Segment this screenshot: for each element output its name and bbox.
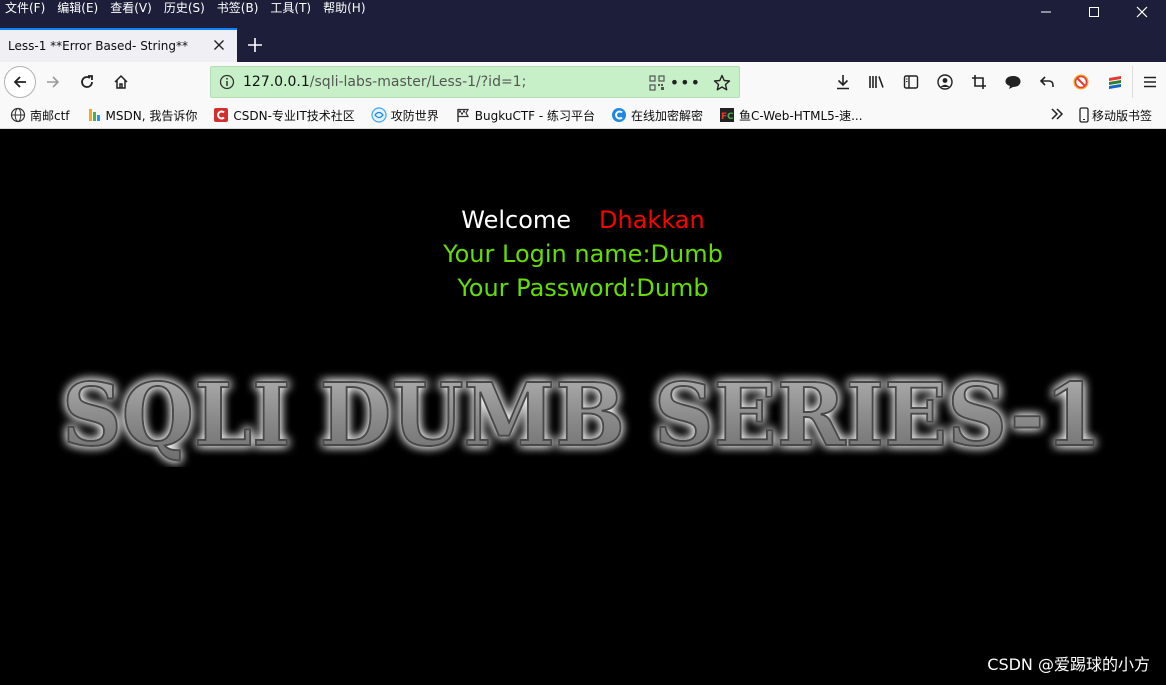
bookmark-item-nanyou[interactable]: 南邮ctf [0, 104, 76, 126]
navigation-toolbar: 127.0.0.1/sqli-labs-master/Less-1/?id=1;… [0, 62, 1166, 102]
bookmark-label: BugkuCTF - 练习平台 [474, 108, 596, 123]
back-arrow-icon [13, 76, 26, 88]
bookmark-item-bugku[interactable]: BugkuCTF - 练习平台 [445, 104, 601, 126]
bookmark-label: 鱼C-Web-HTML5-速... [739, 108, 863, 123]
home-button[interactable] [104, 66, 138, 98]
close-window-button[interactable] [1118, 0, 1166, 24]
minimize-icon [1041, 11, 1051, 13]
username-text: Dhakkan [599, 206, 705, 234]
bookmark-item-csdn[interactable]: CSDN-专业IT技术社区 [203, 104, 360, 126]
maximize-button[interactable] [1070, 0, 1118, 24]
sidebar-icon[interactable] [894, 66, 928, 98]
info-icon[interactable] [211, 74, 243, 90]
banner-text: SQLI DUMB SERIES-1 [62, 367, 1102, 466]
menu-help[interactable]: 帮助(H) [323, 0, 371, 16]
url-host: 127.0.0.1 [243, 74, 310, 90]
chat-bubble-icon[interactable] [996, 66, 1030, 98]
welcome-line: Welcome Dhakkan [0, 205, 1166, 235]
forward-button[interactable] [36, 66, 70, 98]
menu-tools[interactable]: 工具(T) [270, 0, 317, 16]
new-tab-button[interactable] [237, 28, 273, 62]
colorful-extension-icon[interactable] [1098, 66, 1132, 98]
bookmark-item-msdn[interactable]: MSDN, 我告诉你 [76, 104, 204, 126]
tab-active[interactable]: Less-1 **Error Based- String** [0, 28, 237, 62]
menu-edit[interactable]: 编辑(E) [57, 0, 104, 16]
download-icon[interactable] [826, 66, 860, 98]
msdn-icon [86, 107, 102, 123]
csdn-icon [213, 107, 229, 123]
fishc-icon: FC [719, 107, 735, 123]
bookmark-item-fishc[interactable]: FC 鱼C-Web-HTML5-速... [709, 104, 869, 126]
maximize-icon [1089, 7, 1099, 17]
bookmarks-right: 移动版书签 [1050, 104, 1152, 126]
tab-close-button[interactable] [211, 37, 227, 55]
watermark: CSDN @爱踢球的小方 [987, 655, 1150, 674]
menu-bookmarks[interactable]: 书签(B) [217, 0, 265, 16]
close-icon [1136, 6, 1148, 18]
menu-history[interactable]: 历史(S) [164, 0, 211, 16]
mobile-bookmarks[interactable]: 移动版书签 [1078, 107, 1152, 124]
tab-strip: Less-1 **Error Based- String** [0, 28, 1166, 62]
svg-text:C: C [727, 112, 734, 122]
bookmark-item-adworld[interactable]: 攻防世界 [361, 104, 445, 126]
chevron-more-icon[interactable] [1050, 107, 1064, 124]
url-bar[interactable]: 127.0.0.1/sqli-labs-master/Less-1/?id=1;… [210, 66, 740, 98]
forward-arrow-icon [47, 76, 60, 88]
plus-icon [248, 38, 262, 52]
bookmark-label: MSDN, 我告诉你 [105, 108, 198, 123]
minimize-button[interactable] [1022, 0, 1070, 24]
globe-icon [10, 107, 26, 123]
url-text[interactable]: 127.0.0.1/sqli-labs-master/Less-1/?id=1; [243, 74, 526, 90]
screenshot-crop-icon[interactable] [962, 66, 996, 98]
back-button[interactable] [4, 66, 36, 98]
mobile-bookmarks-label: 移动版书签 [1091, 108, 1152, 123]
crypto-icon [611, 107, 627, 123]
bookmarks-toolbar: 南邮ctf MSDN, 我告诉你 CSDN-专业IT技术社区 攻防世界 Bugk… [0, 102, 1166, 129]
adworld-icon [371, 107, 387, 123]
qr-code-icon[interactable] [649, 75, 665, 94]
window-controls [1022, 0, 1166, 24]
account-icon[interactable] [928, 66, 962, 98]
url-path: /sqli-labs-master/Less-1/?id=1; [309, 74, 527, 90]
reload-button[interactable] [70, 66, 104, 98]
menu-view[interactable]: 查看(V) [110, 0, 158, 16]
bookmark-label: 南邮ctf [30, 108, 70, 123]
reload-icon [81, 75, 93, 88]
login-name-text: Your Login name:Dumb [443, 240, 723, 268]
flag-icon [455, 107, 471, 123]
hamburger-menu-icon[interactable] [1132, 66, 1166, 98]
bookmark-label: CSDN-专业IT技术社区 [233, 108, 355, 123]
undo-arrow-icon[interactable] [1030, 66, 1064, 98]
menu-bar: 文件(F) 编辑(E) 查看(V) 历史(S) 书签(B) 工具(T) 帮助(H… [0, 0, 378, 16]
series-banner: SQLI DUMB SERIES-1 [61, 367, 1103, 467]
home-icon [114, 74, 128, 89]
menu-file[interactable]: 文件(F) [5, 0, 51, 16]
mobile-phone-icon [1079, 107, 1089, 123]
title-bar: 文件(F) 编辑(E) 查看(V) 历史(S) 书签(B) 工具(T) 帮助(H… [0, 0, 1166, 28]
welcome-text: Welcome [461, 206, 572, 234]
page-content: Welcome Dhakkan Your Login name:Dumb Your… [0, 129, 1166, 685]
bookmark-label: 攻防世界 [390, 108, 439, 123]
close-icon [214, 40, 224, 50]
tab-title: Less-1 **Error Based- String** [8, 39, 188, 53]
page-actions-icon[interactable]: ••• [670, 73, 701, 92]
toolbar-right [826, 66, 1166, 98]
library-icon[interactable] [860, 66, 894, 98]
blocker-extension-icon[interactable] [1064, 66, 1098, 98]
password-text: Your Password:Dumb [457, 274, 709, 302]
bookmark-label: 在线加密解密 [631, 108, 704, 123]
bookmark-item-crypto[interactable]: 在线加密解密 [601, 104, 709, 126]
bookmark-star-icon[interactable] [713, 74, 731, 95]
